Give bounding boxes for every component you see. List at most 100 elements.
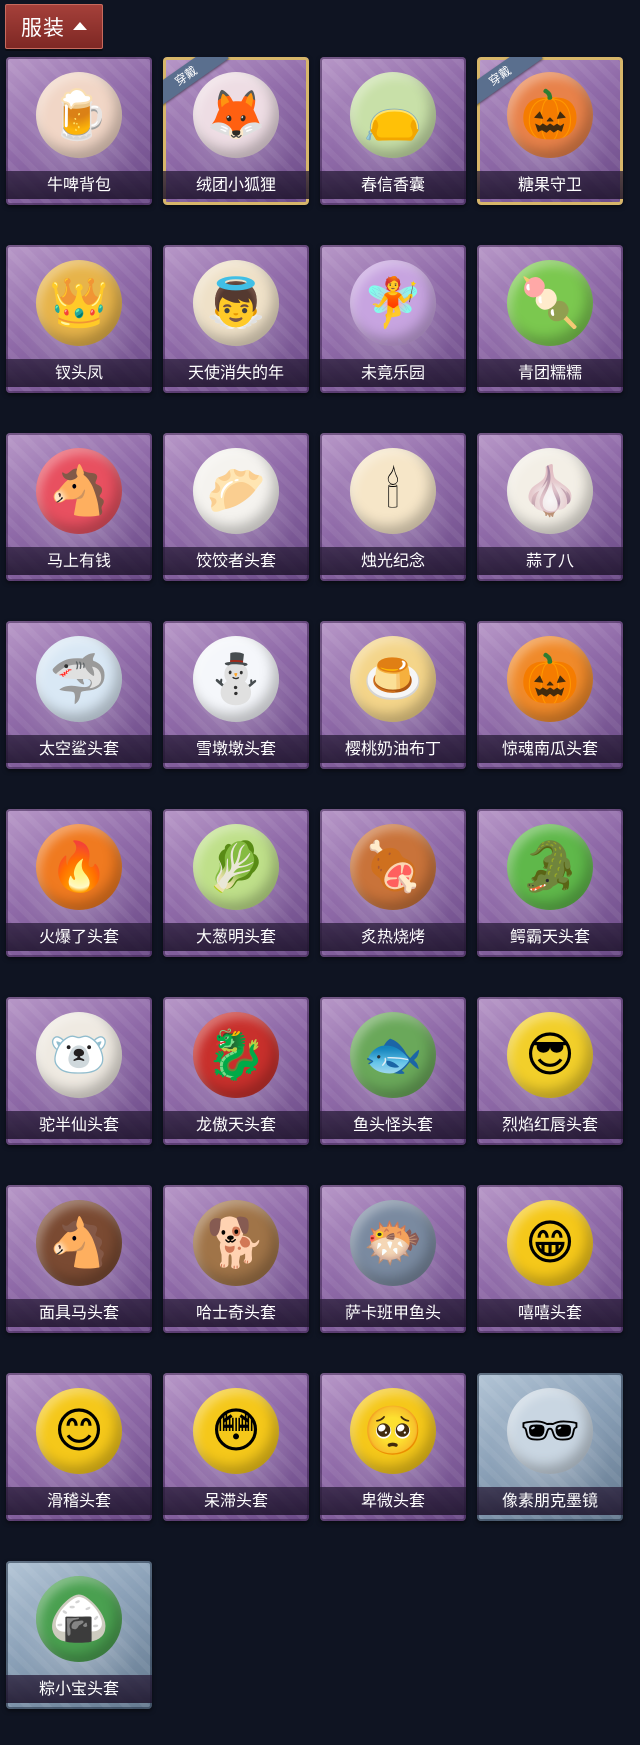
outfit-name: 龙傲天头套 <box>163 1111 309 1139</box>
outfit-name: 像素朋克墨镜 <box>477 1487 623 1515</box>
outfit-name: 卑微头套 <box>320 1487 466 1515</box>
candle-head-icon: 🕯 <box>350 448 436 534</box>
outfit-name: 大葱明头套 <box>163 923 309 951</box>
outfit-name: 雪墩墩头套 <box>163 735 309 763</box>
category-dropdown-button[interactable]: 服装 <box>5 4 103 49</box>
outfit-name: 粽小宝头套 <box>6 1675 152 1703</box>
phoenix-crown-icon: 👑 <box>36 260 122 346</box>
outfit-name: 饺饺者头套 <box>163 547 309 575</box>
humble-emoji-head-icon: 🥺 <box>350 1388 436 1474</box>
outfit-card[interactable]: 穿戴 🦊 绒团小狐狸 <box>163 57 309 205</box>
outfit-name: 鱼头怪头套 <box>320 1111 466 1139</box>
outfit-name: 钗头凤 <box>6 359 152 387</box>
outfit-card[interactable]: 🔥 火爆了头套 <box>6 809 152 957</box>
funny-emoji-head-icon: 😊 <box>36 1388 122 1474</box>
outfit-card[interactable]: 😁 嘻嘻头套 <box>477 1185 623 1333</box>
outfit-card[interactable]: 🦈 太空鲨头套 <box>6 621 152 769</box>
outfit-name: 绒团小狐狸 <box>163 171 309 199</box>
pumpkin-head-icon: 🎃 <box>507 636 593 722</box>
sacabambaspis-head-icon: 🐡 <box>350 1200 436 1286</box>
dazed-emoji-head-icon: 😳 <box>193 1388 279 1474</box>
alpaca-sunglasses-head-icon: 🐻‍❄️ <box>36 1012 122 1098</box>
garlic-head-icon: 🧄 <box>507 448 593 534</box>
outfit-card[interactable]: 🥬 大葱明头套 <box>163 809 309 957</box>
outfit-name: 火爆了头套 <box>6 923 152 951</box>
outfit-card[interactable]: 🥺 卑微头套 <box>320 1373 466 1521</box>
outfit-card[interactable]: 🕯 烛光纪念 <box>320 433 466 581</box>
outfit-name: 惊魂南瓜头套 <box>477 735 623 763</box>
red-horse-icon: 🐴 <box>36 448 122 534</box>
outfit-name: 樱桃奶油布丁 <box>320 735 466 763</box>
outfit-name: 马上有钱 <box>6 547 152 575</box>
angel-doll-icon: 👼 <box>193 260 279 346</box>
outfit-card[interactable]: 😳 呆滞头套 <box>163 1373 309 1521</box>
outfit-card[interactable]: 🐕 哈士奇头套 <box>163 1185 309 1333</box>
pudding-head-icon: 🍮 <box>350 636 436 722</box>
outfit-card[interactable]: ⛄ 雪墩墩头套 <box>163 621 309 769</box>
outfit-card[interactable]: 🥟 饺饺者头套 <box>163 433 309 581</box>
outfit-name: 太空鲨头套 <box>6 735 152 763</box>
outfit-card[interactable]: 🐟 鱼头怪头套 <box>320 997 466 1145</box>
dragon-head-icon: 🐉 <box>193 1012 279 1098</box>
category-label: 服装 <box>21 15 65 40</box>
outfit-card[interactable]: 🧄 蒜了八 <box>477 433 623 581</box>
outfit-card[interactable]: 😎 烈焰红唇头套 <box>477 997 623 1145</box>
horse-mask-icon: 🐴 <box>36 1200 122 1286</box>
outfit-grid: 🍺 牛啤背包 穿戴 🦊 绒团小狐狸 👝 春信香囊 穿戴 🎃 糖果守卫 👑 钗头凤 👼 天使消失的年 🧚 未竟乐… <box>6 57 632 1709</box>
outfit-card[interactable]: 😊 滑稽头套 <box>6 1373 152 1521</box>
outfit-card[interactable]: 🐴 面具马头套 <box>6 1185 152 1333</box>
outfit-card[interactable]: 🍺 牛啤背包 <box>6 57 152 205</box>
outfit-card[interactable]: 🐻‍❄️ 驼半仙头套 <box>6 997 152 1145</box>
outfit-card[interactable]: 🍖 炙热烧烤 <box>320 809 466 957</box>
husky-head-icon: 🐕 <box>193 1200 279 1286</box>
outfit-card[interactable]: 🎃 惊魂南瓜头套 <box>477 621 623 769</box>
outfit-name: 呆滞头套 <box>163 1487 309 1515</box>
outfit-name: 驼半仙头套 <box>6 1111 152 1139</box>
outfit-card[interactable]: 🍙 粽小宝头套 <box>6 1561 152 1709</box>
outfit-card[interactable]: 🐊 鳄霸天头套 <box>477 809 623 957</box>
outfit-card[interactable]: 🐴 马上有钱 <box>6 433 152 581</box>
grin-emoji-head-icon: 😁 <box>507 1200 593 1286</box>
outfit-name: 萨卡班甲鱼头 <box>320 1299 466 1327</box>
outfit-name: 天使消失的年 <box>163 359 309 387</box>
outfit-name: 面具马头套 <box>6 1299 152 1327</box>
outfit-name: 青团糯糯 <box>477 359 623 387</box>
outfit-name: 春信香囊 <box>320 171 466 199</box>
bbq-meat-head-icon: 🍖 <box>350 824 436 910</box>
outfit-name: 鳄霸天头套 <box>477 923 623 951</box>
chevron-up-icon <box>73 21 87 30</box>
outfit-card[interactable]: 🍡 青团糯糯 <box>477 245 623 393</box>
green-dumpling-icon: 🍡 <box>507 260 593 346</box>
pixel-sunglasses-icon: 🕶 <box>507 1388 593 1474</box>
outfit-card[interactable]: 🐉 龙傲天头套 <box>163 997 309 1145</box>
outfit-card[interactable]: 🐡 萨卡班甲鱼头 <box>320 1185 466 1333</box>
outfit-card[interactable]: 🧚 未竟乐园 <box>320 245 466 393</box>
outfit-name: 炙热烧烤 <box>320 923 466 951</box>
cow-beer-backpack-icon: 🍺 <box>36 72 122 158</box>
outfit-card[interactable]: 穿戴 🎃 糖果守卫 <box>477 57 623 205</box>
zongzi-head-icon: 🍙 <box>36 1576 122 1662</box>
outfit-card[interactable]: 👝 春信香囊 <box>320 57 466 205</box>
outfit-card[interactable]: 🍮 樱桃奶油布丁 <box>320 621 466 769</box>
outfit-name: 糖果守卫 <box>477 171 623 199</box>
outfit-name: 嘻嘻头套 <box>477 1299 623 1327</box>
outfit-card[interactable]: 🕶 像素朋克墨镜 <box>477 1373 623 1521</box>
outfit-card[interactable]: 👑 钗头凤 <box>6 245 152 393</box>
sachet-icon: 👝 <box>350 72 436 158</box>
outfit-card[interactable]: 👼 天使消失的年 <box>163 245 309 393</box>
outfit-name: 哈士奇头套 <box>163 1299 309 1327</box>
outfit-name: 烛光纪念 <box>320 547 466 575</box>
outfit-name: 未竟乐园 <box>320 359 466 387</box>
scallion-head-icon: 🥬 <box>193 824 279 910</box>
fish-head-icon: 🐟 <box>350 1012 436 1098</box>
candy-guard-icon: 🎃 <box>507 72 593 158</box>
crocodile-head-icon: 🐊 <box>507 824 593 910</box>
outfit-name: 滑稽头套 <box>6 1487 152 1515</box>
yellow-mouse-head-icon: 😎 <box>507 1012 593 1098</box>
fox-plush-icon: 🦊 <box>193 72 279 158</box>
fairy-doll-icon: 🧚 <box>350 260 436 346</box>
dumpling-head-icon: 🥟 <box>193 448 279 534</box>
outfit-name: 蒜了八 <box>477 547 623 575</box>
snowman-head-icon: ⛄ <box>193 636 279 722</box>
fire-head-icon: 🔥 <box>36 824 122 910</box>
